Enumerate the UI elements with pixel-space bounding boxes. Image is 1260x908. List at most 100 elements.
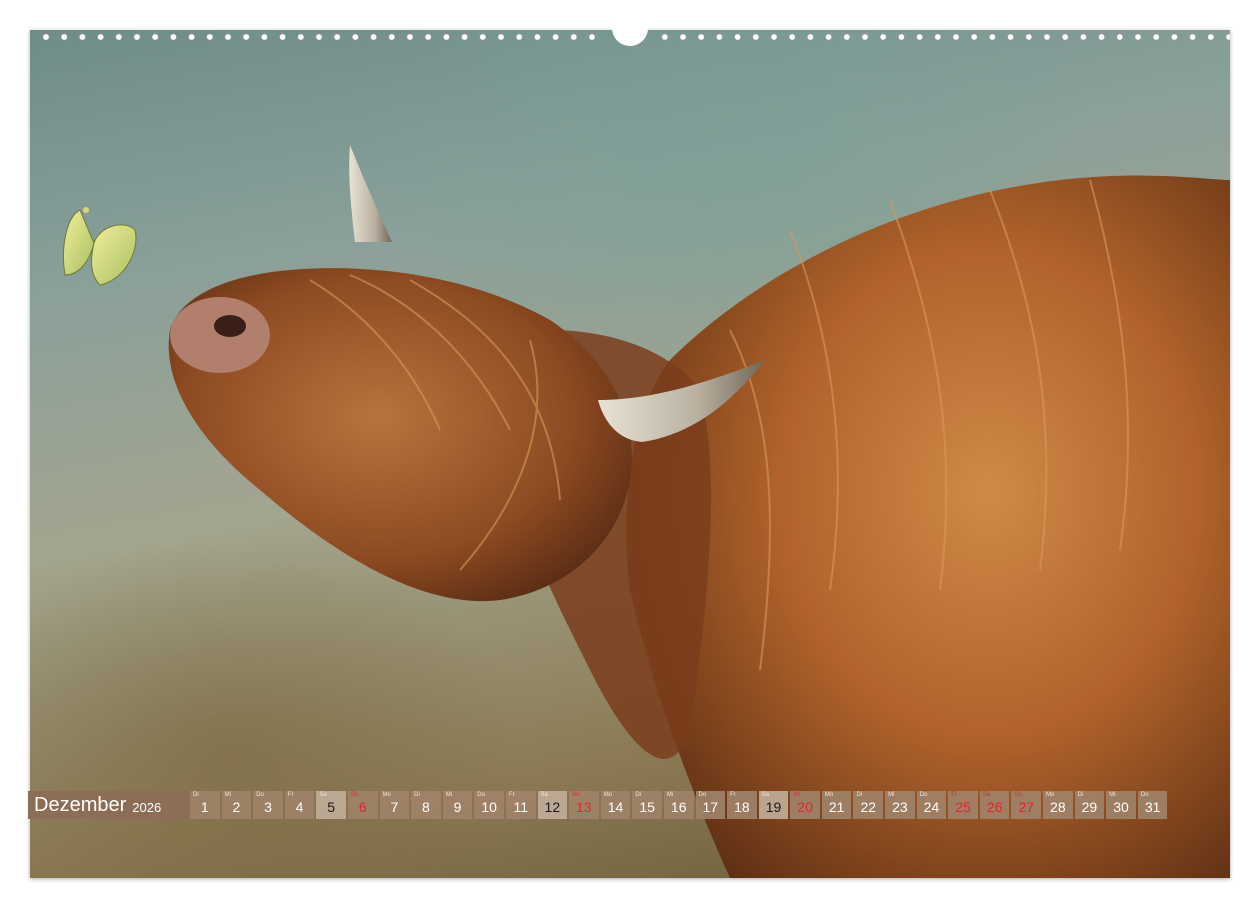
weekday-label: Do bbox=[1140, 792, 1149, 798]
binding-hole bbox=[861, 33, 869, 41]
weekday-label: Mi bbox=[666, 792, 674, 798]
day-cell: Mo 14 bbox=[600, 791, 631, 819]
weekday-label: Do bbox=[919, 792, 928, 798]
binding-hole bbox=[279, 33, 287, 41]
day-number: 3 bbox=[264, 799, 272, 815]
day-number: 25 bbox=[955, 799, 971, 815]
day-cell: Fr 25 bbox=[948, 791, 978, 819]
binding-hole bbox=[97, 33, 105, 41]
binding-hole bbox=[315, 33, 323, 41]
day-number: 24 bbox=[923, 799, 940, 815]
binding-hole bbox=[715, 33, 724, 41]
day-cell: Mi 30 bbox=[1106, 791, 1136, 819]
day-number: 6 bbox=[358, 799, 367, 815]
binding-hole bbox=[897, 33, 906, 41]
day-cell: So 13 bbox=[569, 791, 599, 819]
calendar-page bbox=[30, 30, 1230, 878]
binding-hole bbox=[515, 33, 523, 41]
weekday-label: Mo bbox=[1046, 792, 1055, 798]
day-cell: Sa 19 bbox=[758, 791, 789, 819]
day-cell: Do 17 bbox=[695, 791, 726, 819]
binding-hole bbox=[824, 33, 833, 41]
binding-hole bbox=[934, 33, 942, 41]
day-number: 7 bbox=[390, 799, 399, 815]
binding-hole bbox=[206, 33, 214, 41]
weekday-label: Mi bbox=[888, 792, 895, 798]
day-number: 12 bbox=[544, 799, 561, 815]
binding-hole bbox=[1116, 33, 1124, 41]
weekday-label: Sa bbox=[982, 792, 991, 798]
weekday-label: Do bbox=[256, 792, 264, 798]
day-cell: Mi 2 bbox=[221, 791, 252, 819]
binding-hole bbox=[533, 33, 541, 41]
weekday-label: Mo bbox=[603, 792, 613, 798]
weekday-label: Do bbox=[698, 792, 707, 798]
binding-hole bbox=[843, 33, 851, 41]
binding-hole bbox=[60, 33, 68, 41]
day-cell: Mi 23 bbox=[885, 791, 915, 819]
weekday-label: Sa bbox=[761, 792, 770, 798]
day-cell: Sa 5 bbox=[316, 791, 346, 819]
binding-hole bbox=[442, 33, 450, 41]
day-number: 27 bbox=[1018, 799, 1035, 815]
day-cell: Do 3 bbox=[253, 791, 283, 819]
day-cell: Mo 28 bbox=[1043, 791, 1073, 819]
day-number: 29 bbox=[1081, 799, 1098, 815]
weekday-label: Do bbox=[477, 792, 486, 798]
weekday-label: Fr bbox=[951, 792, 957, 798]
day-cell: Do 24 bbox=[916, 791, 947, 819]
binding-hole bbox=[1152, 33, 1160, 41]
binding-hole bbox=[460, 33, 469, 41]
binding-hole bbox=[369, 33, 378, 41]
day-cell: Sa 26 bbox=[979, 791, 1010, 819]
day-number: 13 bbox=[576, 799, 592, 815]
weekday-label: So bbox=[1014, 792, 1022, 798]
binding-hole bbox=[952, 33, 960, 41]
binding-hole bbox=[151, 33, 159, 41]
day-cell: Fr 18 bbox=[727, 791, 757, 819]
cow-nostril bbox=[214, 315, 246, 337]
day-number: 22 bbox=[860, 799, 877, 815]
binding-hole bbox=[388, 33, 396, 41]
weekday-label: So bbox=[350, 792, 359, 798]
day-cell: Mi 9 bbox=[442, 791, 473, 819]
day-cell: So 27 bbox=[1011, 791, 1042, 819]
binding-hole bbox=[588, 33, 596, 41]
day-number: 11 bbox=[513, 799, 528, 815]
binding-hole bbox=[1025, 33, 1033, 41]
day-cell: Di 29 bbox=[1074, 791, 1105, 819]
binding-hole bbox=[479, 33, 487, 41]
day-number: 10 bbox=[481, 799, 497, 815]
day-number: 31 bbox=[1144, 799, 1161, 815]
weekday-label: Fr bbox=[508, 792, 515, 798]
day-cell: Di 15 bbox=[632, 791, 662, 819]
day-number: 23 bbox=[892, 799, 908, 815]
day-cell: So 20 bbox=[790, 791, 820, 819]
day-number: 26 bbox=[986, 799, 1003, 815]
calendar-strip: Dezember 2026 Di 1 Mi 2 Do 3 Fr 4 Sa 5 So 6 Mo 7 Di 8 Mi… bbox=[28, 791, 1168, 819]
day-cell: Do 31 bbox=[1137, 791, 1168, 819]
day-number: 21 bbox=[828, 799, 845, 815]
day-number: 9 bbox=[453, 799, 462, 815]
day-cell: Do 10 bbox=[474, 791, 504, 819]
binding-hole bbox=[1189, 33, 1197, 41]
binding-hole bbox=[1043, 33, 1051, 41]
binding-hole bbox=[188, 33, 196, 41]
day-cell: Di 8 bbox=[411, 791, 441, 819]
day-number: 1 bbox=[200, 799, 209, 815]
binding-hole bbox=[570, 33, 578, 41]
day-number: 2 bbox=[232, 799, 241, 815]
binding-hole bbox=[551, 33, 560, 41]
day-number: 19 bbox=[765, 799, 782, 815]
day-number: 4 bbox=[295, 799, 304, 815]
weekday-label: Di bbox=[1077, 792, 1084, 798]
binding-hole bbox=[497, 33, 505, 41]
binding-hole bbox=[988, 33, 997, 41]
binding-hole bbox=[752, 33, 760, 41]
weekday-label: Fr bbox=[287, 792, 294, 798]
cow-nose bbox=[170, 297, 270, 373]
day-number: 16 bbox=[670, 799, 687, 815]
weekday-label: Sa bbox=[319, 792, 327, 798]
binding-hole bbox=[224, 33, 232, 41]
binding-hole bbox=[424, 33, 432, 41]
